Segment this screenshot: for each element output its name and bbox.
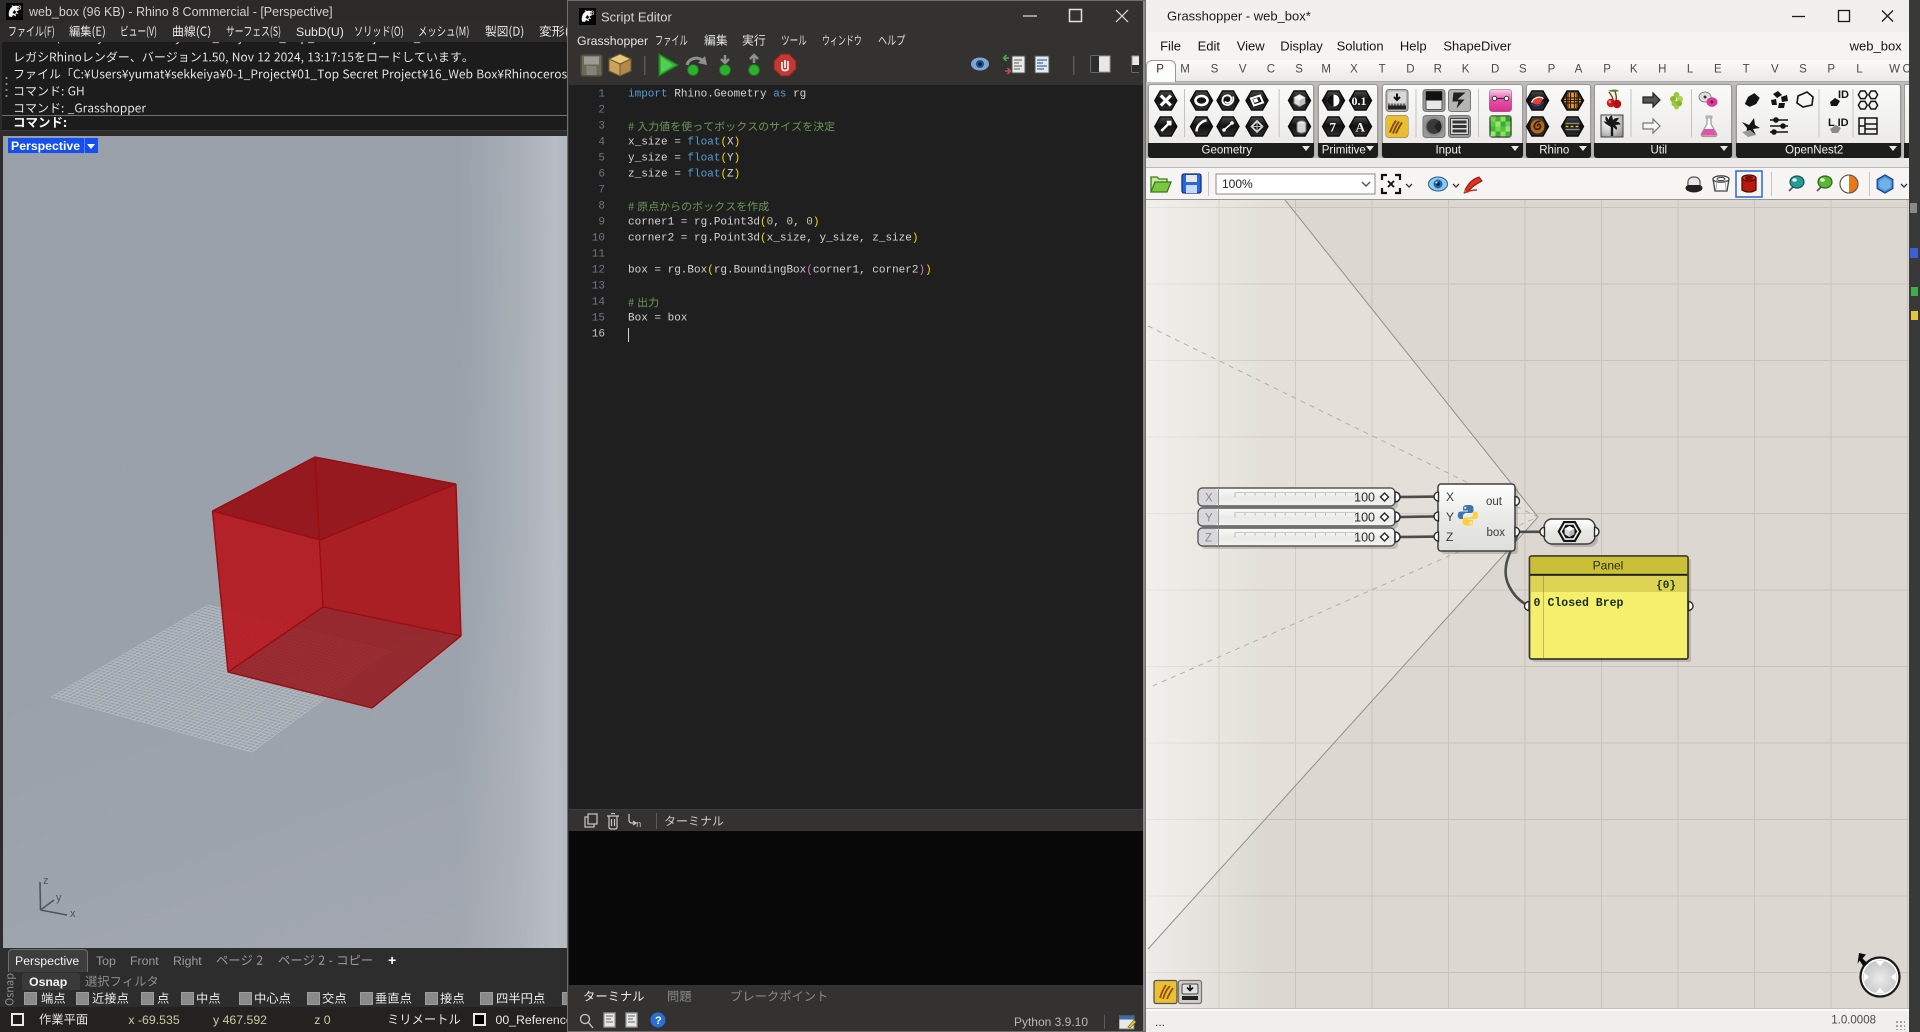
svg-text:100: 100 <box>1354 511 1375 525</box>
svg-text:Closed Brep: Closed Brep <box>1548 597 1624 610</box>
svg-text:?: ? <box>655 1015 662 1027</box>
svg-text:0.1: 0.1 <box>1352 94 1367 108</box>
svg-text:0: 0 <box>1534 597 1541 610</box>
svg-text:Y: Y <box>1446 510 1454 524</box>
svg-text:z: z <box>43 875 49 887</box>
svg-text:Z: Z <box>1446 530 1453 544</box>
svg-text:y: y <box>56 892 62 904</box>
svg-text:A: A <box>1356 120 1366 135</box>
svg-text:X: X <box>1446 490 1454 504</box>
svg-text:100%: 100% <box>1222 177 1253 191</box>
svg-text:x: x <box>70 908 76 920</box>
svg-text:Y: Y <box>1205 513 1213 525</box>
svg-text:{0}: {0} <box>1656 580 1676 592</box>
svg-text:n: n <box>636 820 641 830</box>
svg-text:ID: ID <box>1838 89 1849 101</box>
svg-text:out: out <box>1486 496 1503 508</box>
svg-text:Panel: Panel <box>1593 559 1624 573</box>
svg-text:7: 7 <box>1330 120 1337 135</box>
svg-text:X: X <box>1205 493 1213 505</box>
svg-text:box: box <box>1486 527 1505 539</box>
svg-text:100: 100 <box>1354 531 1375 545</box>
svg-text:100: 100 <box>1354 491 1375 505</box>
svg-text:8: 8 <box>591 10 595 17</box>
svg-text:Z: Z <box>1205 533 1212 545</box>
